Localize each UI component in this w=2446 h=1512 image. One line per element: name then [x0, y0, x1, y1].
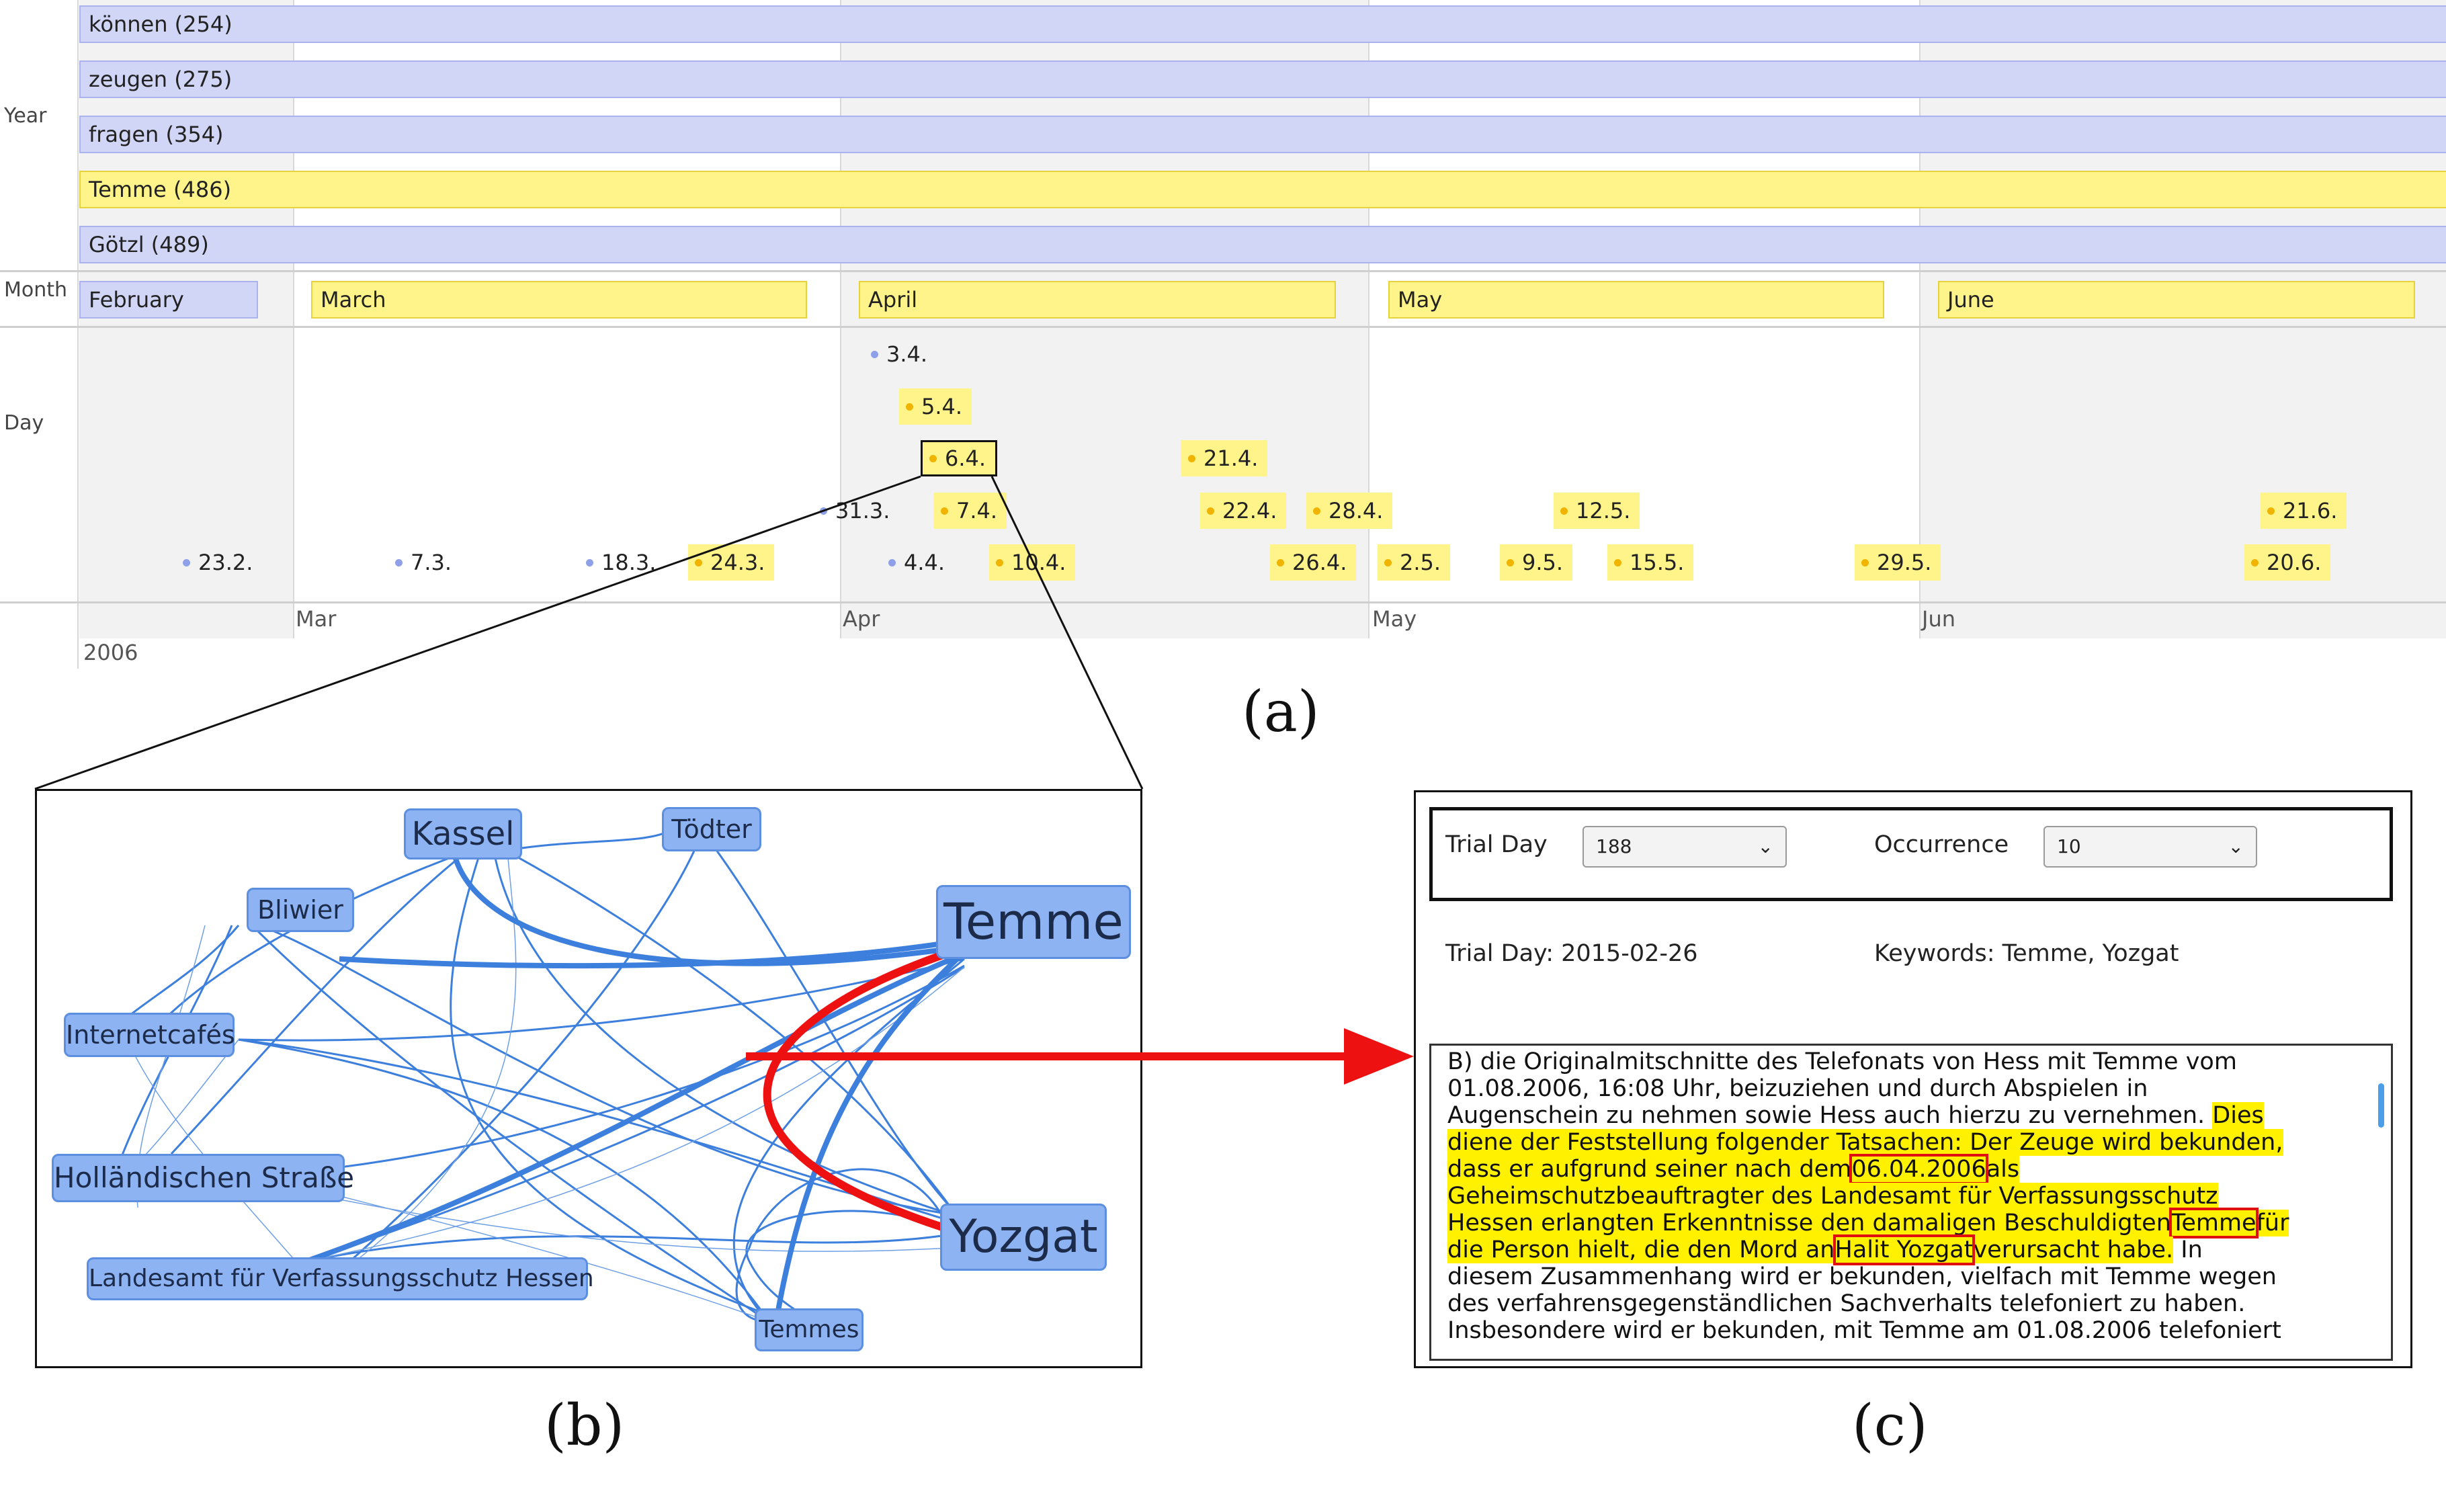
- doc-line: B) die Originalmitschnitte des Telefonat…: [1447, 1048, 2237, 1075]
- doc-span-highlight: diene der Feststellung folgender Tatsach…: [1447, 1129, 2283, 1156]
- doc-span-highlight: verursacht habe.: [1973, 1236, 2174, 1263]
- trial-day-label: Trial Day: [1445, 831, 1548, 858]
- doc-keyword-date[interactable]: 06.04.2006: [1849, 1154, 1988, 1185]
- doc-line: diene der Feststellung folgender Tatsach…: [1447, 1129, 2283, 1157]
- occurrence-value: 10: [2057, 835, 2081, 857]
- doc-span: In: [2181, 1236, 2203, 1263]
- doc-span-highlight: die Person hielt, die den Mord an: [1447, 1236, 1835, 1263]
- doc-line: die Person hielt, die den Mord anHalit Y…: [1447, 1234, 2203, 1265]
- doc-line: dass er aufgrund seiner nach dem06.04.20…: [1447, 1154, 2020, 1185]
- keywords: Keywords: Temme, Yozgat: [1874, 940, 2179, 967]
- document-text-area[interactable]: B) die Originalmitschnitte des Telefonat…: [1429, 1044, 2393, 1361]
- chevron-down-icon: ⌄: [2228, 835, 2244, 857]
- doc-line: Geheimschutzbeauftragter des Landesamt f…: [1447, 1183, 2218, 1210]
- doc-line: Augenschein zu nehmen sowie Hess auch hi…: [1447, 1102, 2264, 1130]
- arrow-head: [1344, 1028, 1414, 1085]
- doc-span-highlight: für: [2256, 1210, 2289, 1236]
- doc-span-highlight: als: [1986, 1156, 2020, 1183]
- doc-line: Insbesondere wird er bekunden, mit Temme…: [1447, 1317, 2281, 1344]
- doc-line: Hessen erlangten Erkenntnisse den damali…: [1447, 1208, 2289, 1238]
- doc-span-highlight: Hessen erlangten Erkenntnisse den damali…: [1447, 1210, 2171, 1236]
- trial-date: Trial Day: 2015-02-26: [1445, 940, 1698, 967]
- doc-line: des verfahrensgegenständlichen Sachverha…: [1447, 1290, 2246, 1317]
- chevron-down-icon: ⌄: [1757, 835, 1773, 857]
- trial-day-select[interactable]: 188 ⌄: [1583, 826, 1787, 868]
- caption-c: (c): [1852, 1392, 1928, 1458]
- document-panel: Trial Day 188 ⌄ Occurrence 10 ⌄ Trial Da…: [1414, 790, 2412, 1368]
- doc-span-highlight: dass er aufgrund seiner nach dem: [1447, 1156, 1852, 1183]
- doc-span-highlight: Geheimschutzbeauftragter des Landesamt f…: [1447, 1183, 2218, 1210]
- doc-line: diesem Zusammenhang wird er bekunden, vi…: [1447, 1263, 2277, 1290]
- occurrence-select[interactable]: 10 ⌄: [2043, 826, 2257, 868]
- trial-day-value: 188: [1596, 835, 1632, 857]
- doc-keyword-temme[interactable]: Temme: [2168, 1208, 2259, 1238]
- doc-span: Augenschein zu nehmen sowie Hess auch hi…: [1447, 1102, 2205, 1129]
- occurrence-label: Occurrence: [1874, 831, 2009, 858]
- doc-span-highlight: Dies: [2212, 1102, 2264, 1129]
- doc-line: 01.08.2006, 16:08 Uhr, beizuziehen und d…: [1447, 1075, 2148, 1102]
- doc-keyword-yozgat[interactable]: Halit Yozgat: [1832, 1234, 1976, 1265]
- scrollbar-thumb[interactable]: [2378, 1083, 2384, 1128]
